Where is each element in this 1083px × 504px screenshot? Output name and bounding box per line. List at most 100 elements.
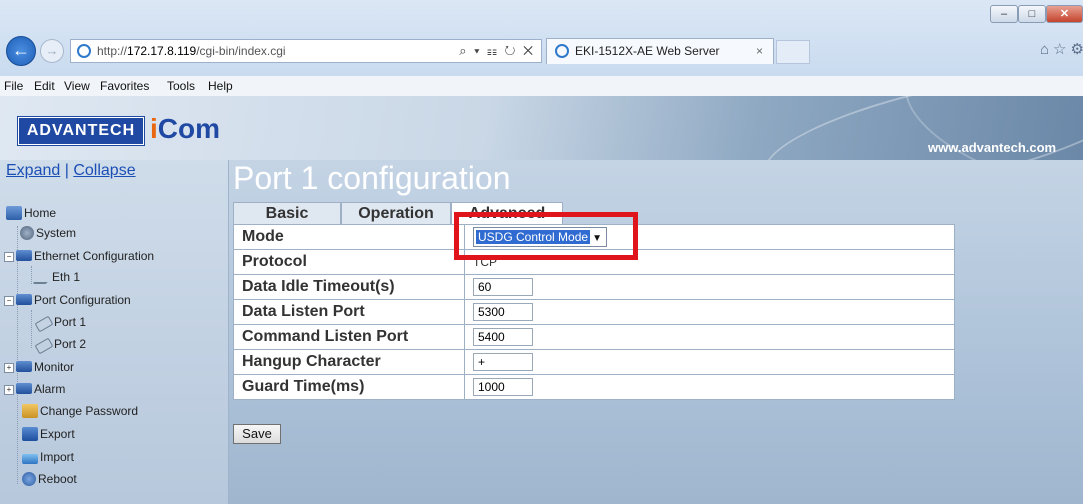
folder-icon xyxy=(16,383,32,394)
data-listen-port-label: Data Listen Port xyxy=(233,299,465,325)
chevron-down-icon: ▼ xyxy=(592,233,602,244)
menu-tools[interactable]: Tools xyxy=(167,79,195,93)
sidebar-item-label: Eth 1 xyxy=(52,270,81,284)
data-idle-timeout-input[interactable] xyxy=(473,278,533,296)
url-host: 172.17.8.119 xyxy=(127,44,197,58)
tree-guide-line xyxy=(31,266,32,284)
sidebar-item-label: Home xyxy=(24,206,57,220)
main-content: Port 1 configuration Basic Operation Adv… xyxy=(229,160,1083,504)
tab-operation[interactable]: Operation xyxy=(341,202,451,224)
sidebar-item-reboot[interactable]: Reboot xyxy=(22,470,77,488)
collapse-link[interactable]: Collapse xyxy=(73,162,135,179)
sidebar-item-label: Port Configuration xyxy=(34,293,131,307)
expand-toggle-icon[interactable]: + xyxy=(4,363,14,373)
sidebar-tree: Expand | Collapse Home System − Ethernet … xyxy=(0,160,229,504)
home-favorites-settings-icons[interactable]: ⌂☆⚙ xyxy=(1040,40,1083,58)
ie-logo-icon xyxy=(77,44,91,58)
page-title: Port 1 configuration xyxy=(233,160,511,196)
sidebar-item-export[interactable]: Export xyxy=(22,425,75,443)
url-path: /cgi-bin/index.cgi xyxy=(196,44,286,58)
guard-time-cell xyxy=(464,374,955,400)
sidebar-item-label: Ethernet Configuration xyxy=(34,249,155,263)
sidebar-item-port-configuration[interactable]: − Port Configuration xyxy=(4,291,131,309)
mode-cell: USDG Control Mode ▼ xyxy=(464,224,955,250)
expand-link[interactable]: Expand xyxy=(6,162,60,179)
advantech-icom-logo: ADVANTECH iCom xyxy=(14,113,224,146)
table-row: Guard Time(ms) xyxy=(233,374,955,400)
tab-close-icon[interactable]: × xyxy=(756,39,763,63)
sidebar-item-system[interactable]: System xyxy=(20,224,76,242)
sidebar-item-home[interactable]: Home xyxy=(6,204,56,222)
command-listen-port-label: Command Listen Port xyxy=(233,324,465,350)
sidebar-item-port2[interactable]: Port 2 xyxy=(34,335,86,355)
protocol-label: Protocol xyxy=(233,249,465,275)
sidebar-item-label: System xyxy=(36,226,77,240)
close-window-button[interactable]: ✕ xyxy=(1046,5,1083,23)
sidebar-item-change-password[interactable]: Change Password xyxy=(22,402,138,420)
table-row: Mode USDG Control Mode ▼ xyxy=(233,224,955,250)
table-row: Data Listen Port xyxy=(233,299,955,325)
address-bar[interactable]: http://172.17.8.119/cgi-bin/index.cgi ⌕ … xyxy=(70,39,542,63)
page-header: ADVANTECH iCom www.advantech.com xyxy=(0,96,1083,160)
menu-file[interactable]: File xyxy=(4,79,23,93)
sidebar-item-monitor[interactable]: + Monitor xyxy=(4,358,74,376)
link-separator: | xyxy=(64,162,69,179)
back-button[interactable]: ← xyxy=(6,36,36,66)
menu-favorites[interactable]: Favorites xyxy=(100,79,149,93)
mode-label: Mode xyxy=(233,224,465,250)
header-website-url: www.advantech.com xyxy=(928,140,1057,155)
data-listen-port-input[interactable] xyxy=(473,303,533,321)
protocol-value: TCP xyxy=(473,255,497,269)
sidebar-item-label: Export xyxy=(40,427,75,441)
tab-ie-icon xyxy=(555,44,569,58)
sidebar-item-label: Monitor xyxy=(34,360,75,374)
tab-basic[interactable]: Basic xyxy=(233,202,341,224)
menu-view[interactable]: View xyxy=(64,79,90,93)
expand-collapse-links: Expand | Collapse xyxy=(6,162,136,180)
mode-select[interactable]: USDG Control Mode ▼ xyxy=(473,227,608,247)
folder-icon xyxy=(16,294,32,305)
sidebar-item-label: Reboot xyxy=(38,472,77,486)
expand-toggle-icon[interactable]: + xyxy=(4,385,14,395)
forward-arrow-icon: → xyxy=(45,43,59,58)
minimize-button[interactable]: – xyxy=(990,5,1018,23)
collapse-toggle-icon[interactable]: − xyxy=(4,296,14,306)
back-arrow-icon: ← xyxy=(12,40,30,60)
sidebar-item-ethernet-configuration[interactable]: − Ethernet Configuration xyxy=(4,247,154,265)
icom-logo-text: iCom xyxy=(150,113,220,145)
password-icon xyxy=(22,404,38,418)
sidebar-item-eth1[interactable]: Eth 1 xyxy=(32,268,81,286)
sidebar-item-label: Alarm xyxy=(34,382,66,396)
menu-help[interactable]: Help xyxy=(208,79,233,93)
forward-button[interactable]: → xyxy=(40,39,64,63)
tab-advanced[interactable]: Advanced xyxy=(451,202,563,224)
hangup-character-input[interactable] xyxy=(473,353,533,371)
mode-select-value: USDG Control Mode xyxy=(476,230,591,244)
folder-icon xyxy=(16,361,32,372)
address-url[interactable]: http://172.17.8.119/cgi-bin/index.cgi xyxy=(97,40,286,62)
data-idle-timeout-label: Data Idle Timeout(s) xyxy=(233,274,465,300)
guard-time-label: Guard Time(ms) xyxy=(233,374,465,400)
tree-guide-line xyxy=(31,310,32,348)
port-icon xyxy=(34,337,54,355)
hangup-character-label: Hangup Character xyxy=(233,349,465,375)
new-tab-button[interactable] xyxy=(776,40,810,64)
system-icon xyxy=(20,226,34,240)
sidebar-item-port1[interactable]: Port 1 xyxy=(34,313,86,333)
sidebar-item-alarm[interactable]: + Alarm xyxy=(4,380,65,398)
sidebar-item-import[interactable]: Import xyxy=(22,448,74,466)
browser-titlebar: – □ ✕ ← → http://172.17.8.119/cgi-bin/in… xyxy=(0,0,1083,77)
save-button[interactable]: Save xyxy=(233,424,281,444)
address-tools-icons[interactable]: ⌕ ▾ ☷ ↻ ✕ xyxy=(459,40,535,62)
data-idle-timeout-cell xyxy=(464,274,955,300)
ethernet-icon xyxy=(32,272,54,284)
import-icon xyxy=(22,454,38,464)
menu-edit[interactable]: Edit xyxy=(34,79,55,93)
maximize-button[interactable]: □ xyxy=(1018,5,1046,23)
browser-tab[interactable]: EKI-1512X-AE Web Server × xyxy=(546,38,774,64)
collapse-toggle-icon[interactable]: − xyxy=(4,252,14,262)
command-listen-port-input[interactable] xyxy=(473,328,533,346)
tab-title: EKI-1512X-AE Web Server xyxy=(575,44,720,58)
icom-logo-rest: Com xyxy=(157,113,221,144)
guard-time-input[interactable] xyxy=(473,378,533,396)
